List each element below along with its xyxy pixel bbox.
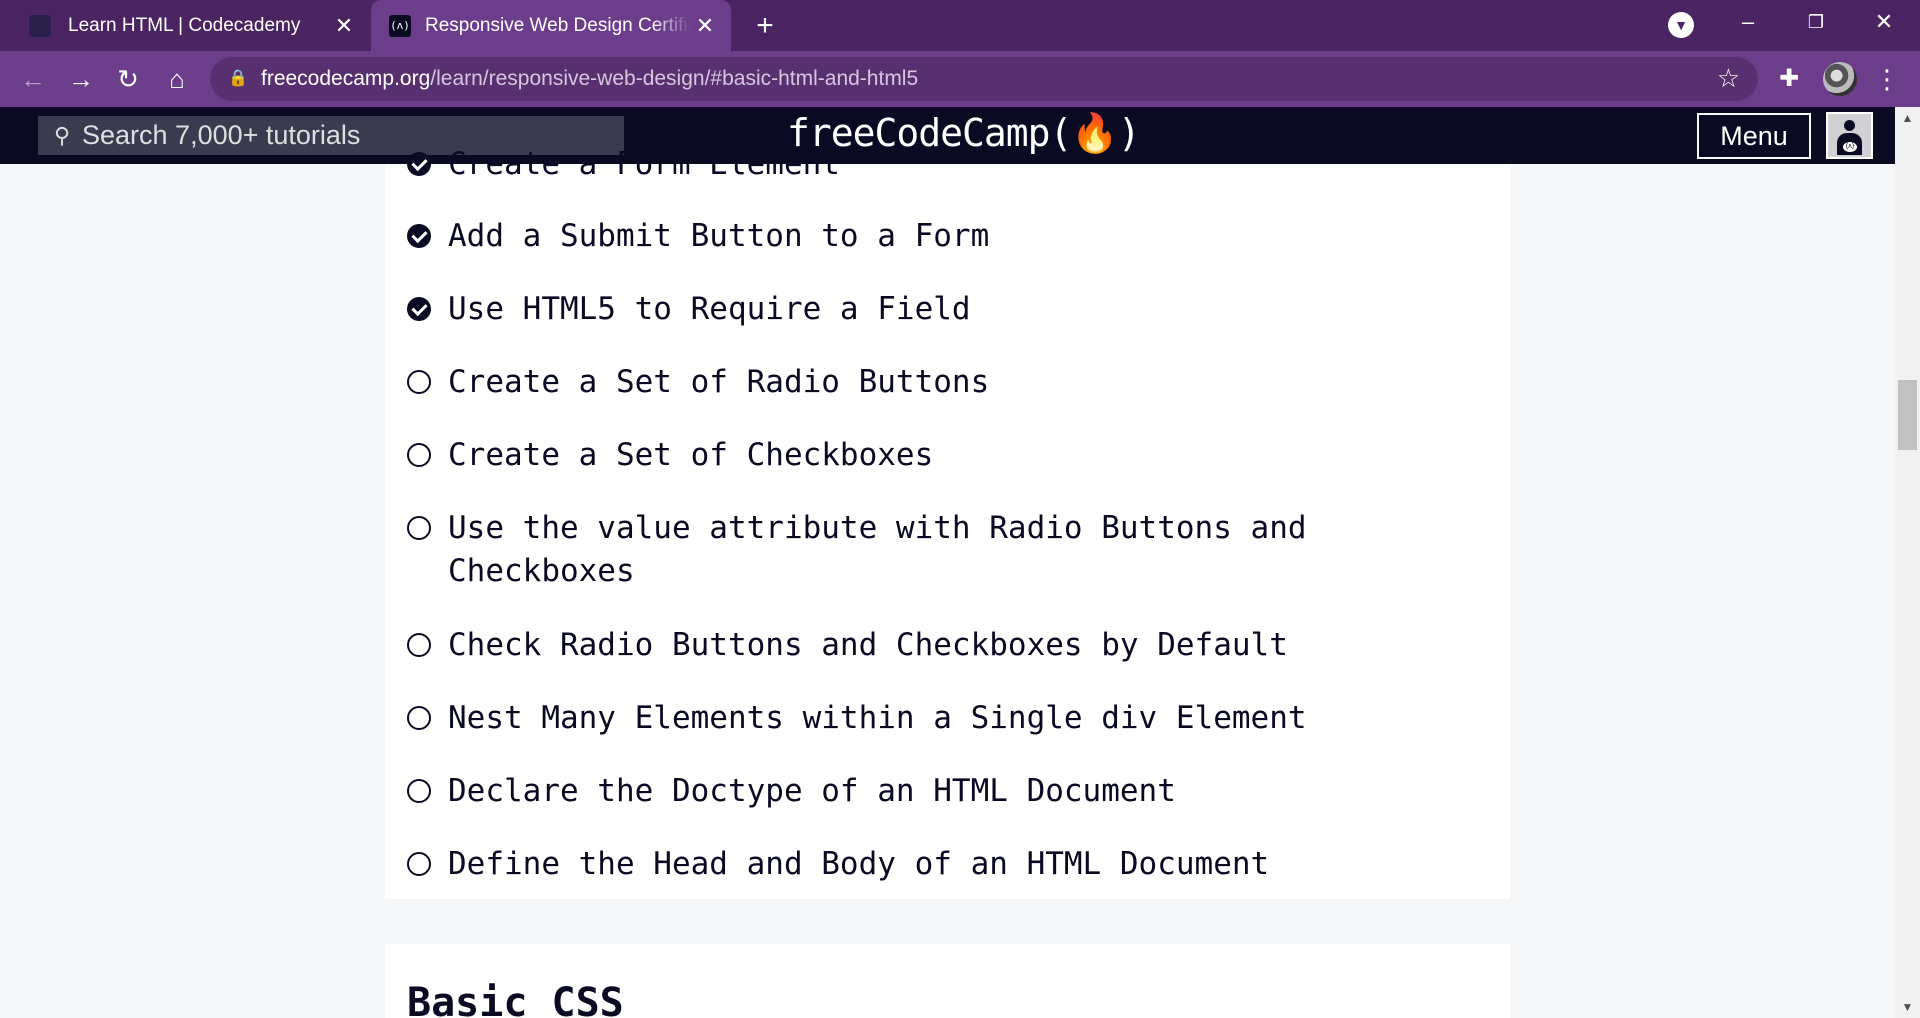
lesson-item[interactable]: Check Radio Buttons and Checkboxes by De… <box>407 624 1328 667</box>
empty-circle-icon <box>407 443 431 467</box>
lesson-title: Nest Many Elements within a Single div E… <box>448 700 1307 736</box>
check-circle-icon <box>407 297 431 321</box>
tab-freecodecamp[interactable]: (ʌ) Responsive Web Design Certification … <box>371 0 731 51</box>
lesson-title: Define the Head and Body of an HTML Docu… <box>448 846 1270 882</box>
window-close-icon[interactable]: ✕ <box>1850 0 1918 44</box>
empty-circle-icon <box>407 779 431 803</box>
tab-codecademy[interactable]: Learn HTML | Codecademy ✕ <box>0 0 370 51</box>
lesson-item[interactable]: Use HTML5 to Require a Field <box>407 288 1328 331</box>
browser-menu-icon[interactable]: ⋮ <box>1872 59 1902 99</box>
close-tab-icon[interactable]: ✕ <box>691 13 719 39</box>
lesson-title: Add a Submit Button to a Form <box>448 218 990 254</box>
browser-toolbar: ← → ↻ ⌂ 🔒 freecodecamp.org/learn/respons… <box>0 51 1920 107</box>
profile-avatar[interactable] <box>1823 62 1857 96</box>
forward-arrow-icon[interactable]: → <box>61 59 101 99</box>
empty-circle-icon <box>407 852 431 876</box>
lesson-title: Check Radio Buttons and Checkboxes by De… <box>448 627 1288 663</box>
minimize-icon[interactable]: – <box>1714 0 1782 44</box>
empty-circle-icon <box>407 370 431 394</box>
menu-button[interactable]: Menu <box>1697 113 1811 159</box>
home-icon[interactable]: ⌂ <box>157 59 197 99</box>
lesson-item[interactable]: Create a Set of Checkboxes <box>407 434 1328 477</box>
user-avatar[interactable]: (ʌ) <box>1826 112 1873 159</box>
lesson-item[interactable]: Create a Form Element <box>407 143 1328 186</box>
lesson-item[interactable]: Define the Head and Body of an HTML Docu… <box>407 843 1328 886</box>
section-card: Basic CSS <box>385 944 1510 1018</box>
close-tab-icon[interactable]: ✕ <box>330 13 358 39</box>
lesson-title: Declare the Doctype of an HTML Document <box>448 773 1176 809</box>
lesson-item[interactable]: Nest Many Elements within a Single div E… <box>407 697 1328 740</box>
check-circle-icon <box>407 224 431 248</box>
back-arrow-icon[interactable]: ← <box>13 59 53 99</box>
new-tab-button[interactable]: + <box>748 9 782 43</box>
avatar-head <box>1844 120 1855 131</box>
browser-tabbar: Learn HTML | Codecademy ✕ (ʌ) Responsive… <box>0 0 1920 51</box>
url-path: /learn/responsive-web-design/#basic-html… <box>430 67 919 90</box>
lesson-item[interactable]: Declare the Doctype of an HTML Document <box>407 770 1328 813</box>
lesson-item[interactable]: Use the value attribute with Radio Butto… <box>407 507 1328 593</box>
scroll-down-arrow-icon[interactable]: ▼ <box>1895 996 1920 1018</box>
lock-icon: 🔒 <box>228 70 248 87</box>
lesson-title: Create a Form Element <box>448 146 840 182</box>
scroll-up-arrow-icon[interactable]: ▲ <box>1895 107 1920 129</box>
lesson-title: Use the value attribute with Radio Butto… <box>448 510 1307 589</box>
extensions-puzzle-icon[interactable]: ✚ <box>1775 65 1803 93</box>
empty-circle-icon <box>407 516 431 540</box>
lesson-title: Create a Set of Checkboxes <box>448 437 934 473</box>
freecodecamp-favicon-icon: (ʌ) <box>389 14 411 37</box>
codecademy-favicon-icon <box>29 14 51 37</box>
page-scrollbar[interactable]: ▲ ▼ <box>1895 107 1920 1018</box>
scrollbar-thumb[interactable] <box>1898 380 1917 450</box>
section-title[interactable]: Basic CSS <box>407 980 624 1018</box>
lesson-title: Create a Set of Radio Buttons <box>448 364 990 400</box>
lesson-item[interactable]: Add a Submit Button to a Form <box>407 215 1328 258</box>
search-icon: ⚲ <box>53 122 71 148</box>
restore-icon[interactable]: ❐ <box>1782 0 1850 44</box>
avatar-logo-icon: (ʌ) <box>1843 142 1857 152</box>
bookmark-star-icon[interactable]: ☆ <box>1717 63 1740 94</box>
url-domain: freecodecamp.org <box>261 67 431 90</box>
lesson-title: Use HTML5 to Require a Field <box>448 291 971 327</box>
empty-circle-icon <box>407 633 431 657</box>
lesson-item[interactable]: Create a Set of Radio Buttons <box>407 361 1328 404</box>
reload-icon[interactable]: ↻ <box>108 59 148 99</box>
tab-title: Learn HTML | Codecademy <box>68 14 301 36</box>
address-bar[interactable]: 🔒 freecodecamp.org/learn/responsive-web-… <box>210 57 1758 101</box>
url-text[interactable]: freecodecamp.org/learn/responsive-web-de… <box>261 67 918 91</box>
lesson-list-card: Create a Form Element Add a Submit Butto… <box>385 146 1510 899</box>
empty-circle-icon <box>407 706 431 730</box>
check-circle-icon <box>407 152 431 176</box>
tab-title: Responsive Web Design Certification <box>425 14 691 36</box>
tab-search-icon[interactable]: ▼ <box>1668 12 1694 38</box>
